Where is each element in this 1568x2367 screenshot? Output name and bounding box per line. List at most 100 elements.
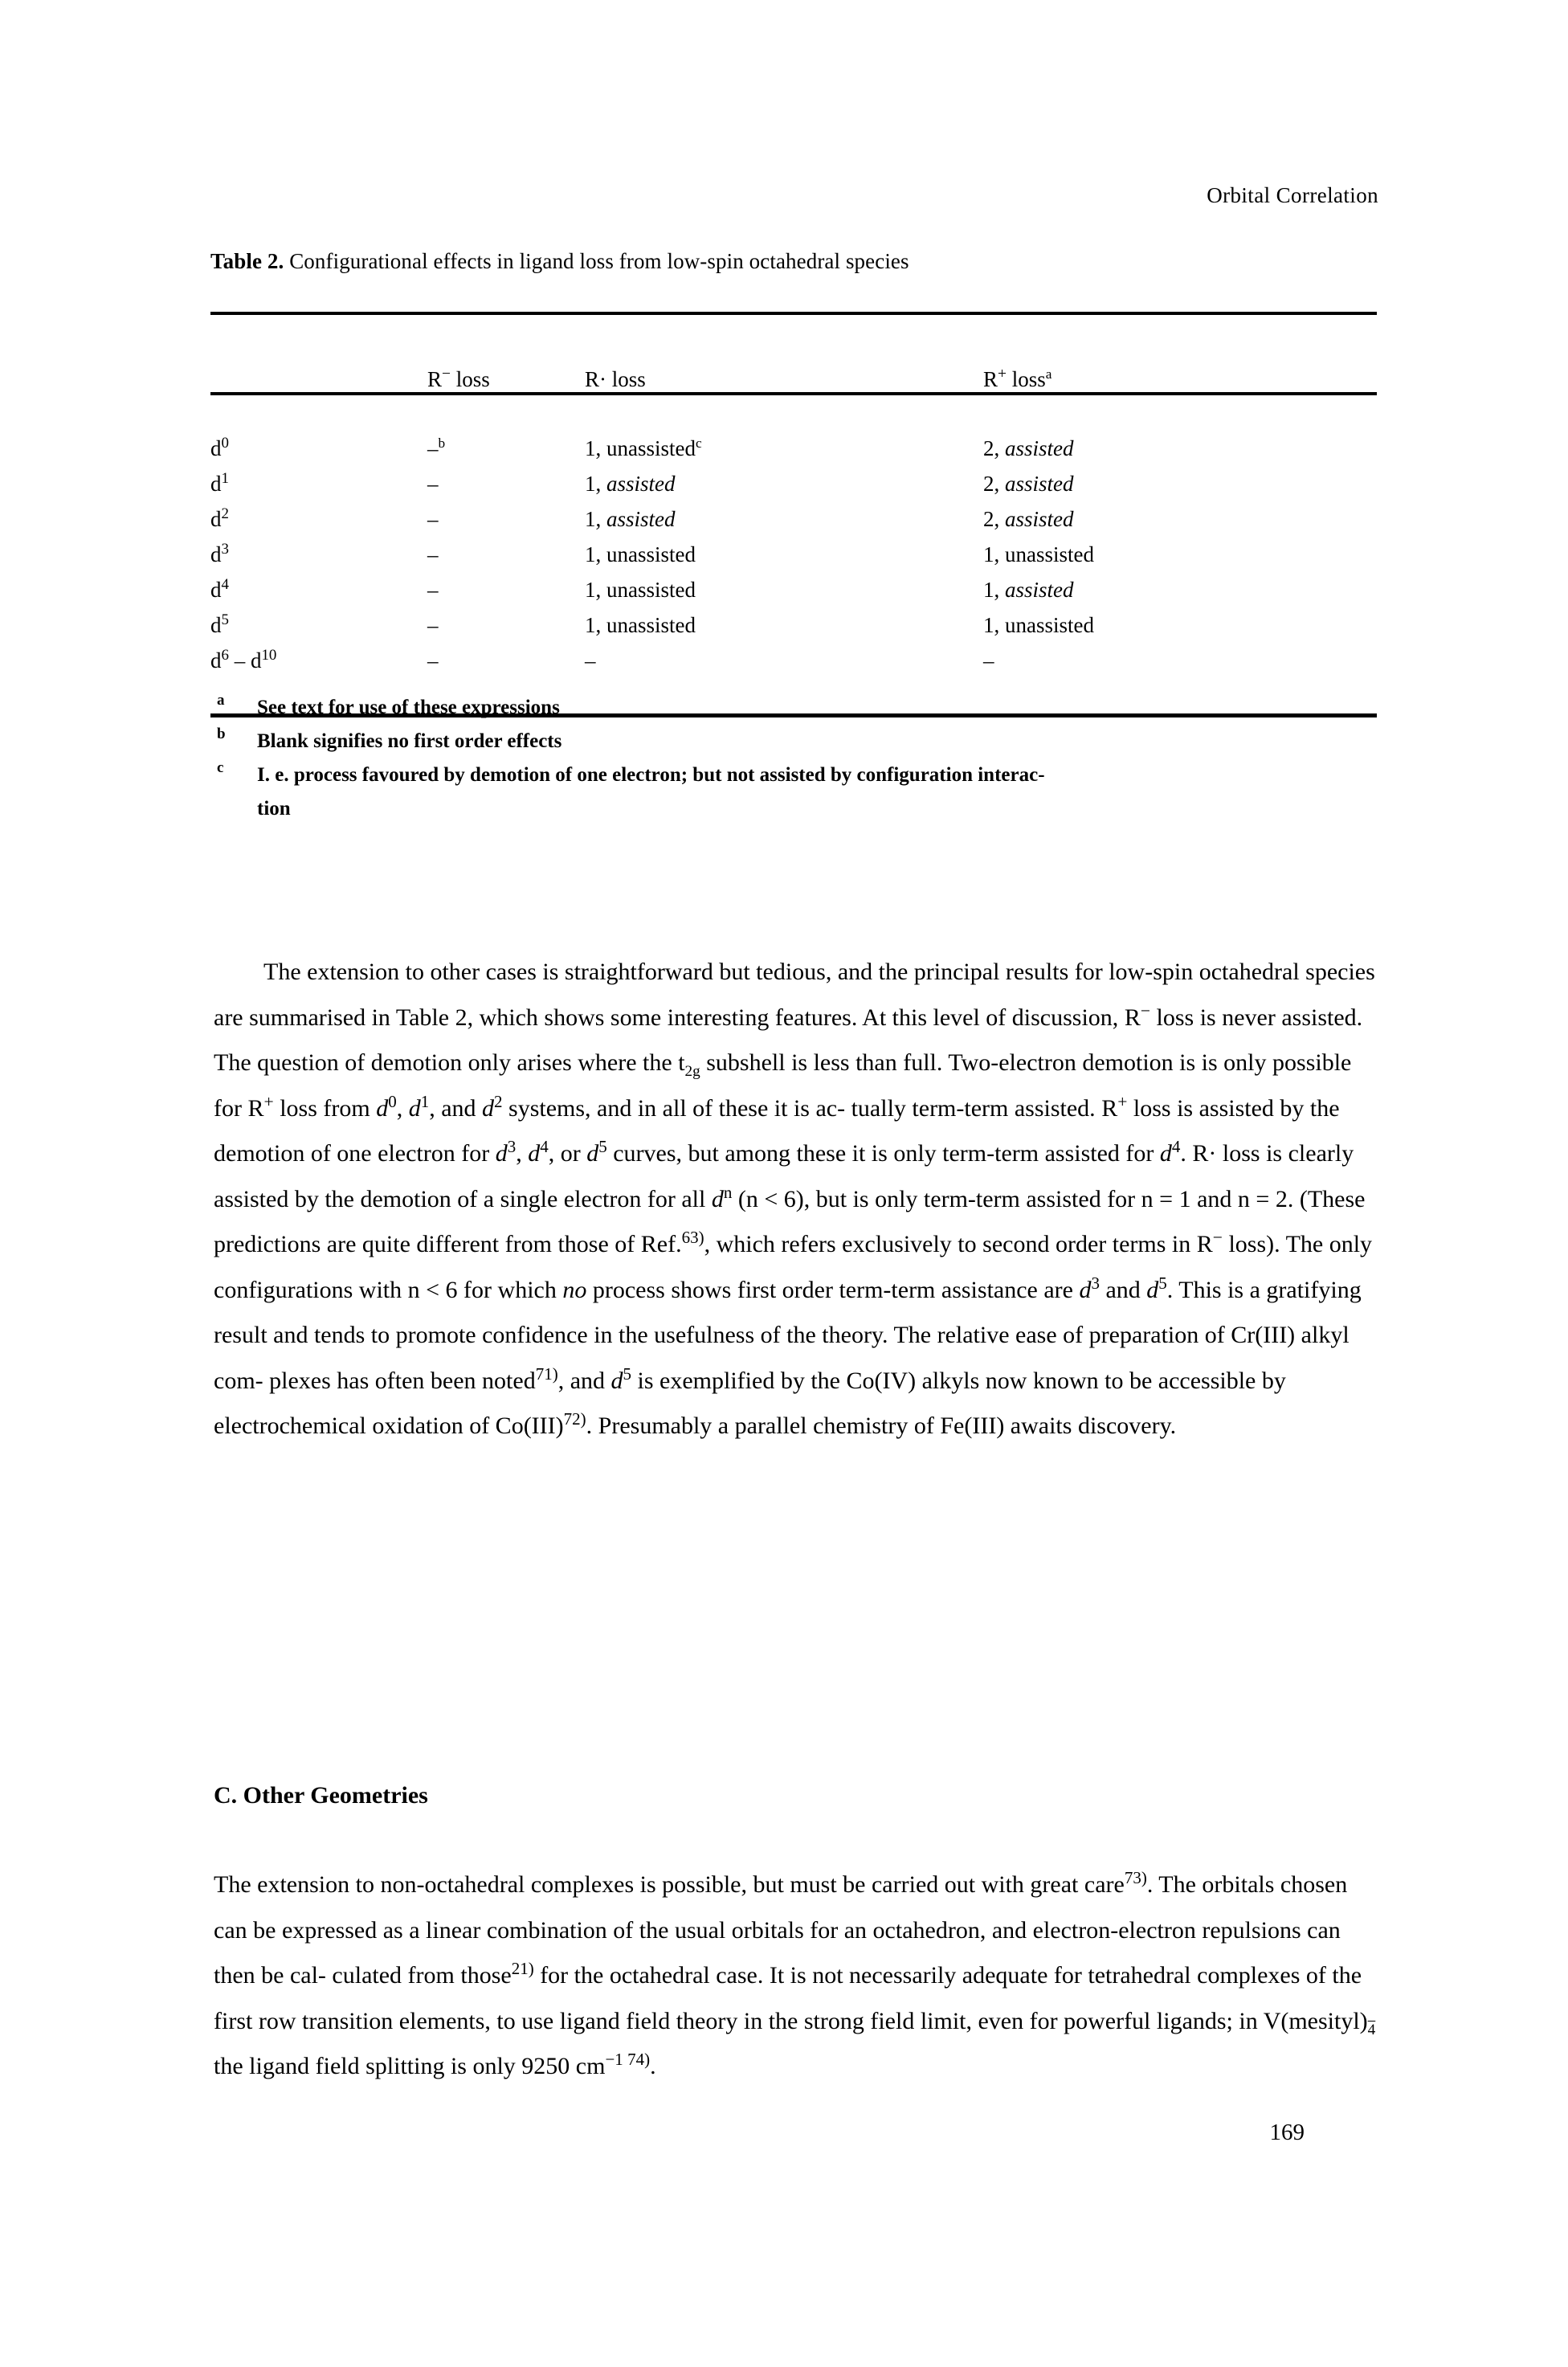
- cell-r-dot: –: [585, 643, 983, 678]
- cell-config: d4: [210, 572, 427, 607]
- dash-glyph: –: [427, 542, 439, 566]
- config-base: d: [210, 613, 222, 637]
- config-exponent: 6: [221, 647, 229, 664]
- cell-r-dot: 1, assisted: [585, 466, 983, 501]
- col-header-r-plus-rest: loss: [1006, 367, 1046, 391]
- col-header-r-minus-sign: −: [442, 366, 451, 382]
- footnote-b: b Blank signifies no first order effects: [210, 725, 1383, 758]
- cell-config: d2: [210, 501, 427, 537]
- config-base: d: [210, 472, 222, 496]
- dash-glyph: –: [427, 507, 439, 531]
- col-header-r-minus-base: R: [427, 367, 443, 391]
- table-caption: Table 2. Configurational effects in liga…: [210, 249, 1383, 274]
- config-exponent-end: 10: [261, 647, 277, 664]
- table-label: Table 2.: [210, 249, 284, 273]
- footnote-c: c I. e. process favoured by demotion of …: [210, 758, 1383, 792]
- cell-r-minus: –: [427, 466, 585, 501]
- footnote-c-continuation: tion: [257, 798, 291, 820]
- config-base: d: [210, 542, 222, 566]
- cell-r-plus-count: 1,: [983, 542, 1005, 566]
- cell-r-plus: 2, assisted: [983, 466, 1377, 501]
- cell-r-plus: 1, unassisted: [983, 537, 1377, 572]
- cell-r-plus-count: 2,: [983, 507, 1005, 531]
- cell-r-plus-count: 1,: [983, 613, 1005, 637]
- dash-glyph: –: [427, 472, 439, 496]
- footnote-marker: b: [217, 726, 226, 742]
- col-header-config: [210, 315, 427, 392]
- table-header-row: R− loss R· loss R+ lossa: [210, 315, 1377, 392]
- reference-73: 73): [1124, 1868, 1147, 1887]
- dash-glyph: –: [427, 578, 439, 602]
- config-exponent: 1: [221, 470, 229, 487]
- config-base: d: [210, 507, 222, 531]
- table-caption-text: Configurational effects in ligand loss f…: [289, 249, 909, 273]
- col-header-r-plus-footnote: a: [1045, 366, 1052, 382]
- footnote-text: I. e. process favoured by demotion of on…: [257, 764, 1045, 786]
- page-number: 169: [214, 2120, 1380, 2146]
- table-grid: R− loss R· loss R+ lossa: [210, 315, 1377, 392]
- col-header-r-dot-loss: R· loss: [585, 315, 983, 392]
- cell-r-plus-count: 2,: [983, 472, 1005, 496]
- cell-r-minus: –: [427, 643, 585, 678]
- cell-r-plus-word: assisted: [1005, 472, 1074, 496]
- config-base-end: d: [250, 648, 262, 672]
- running-header: Orbital Correlation: [1207, 183, 1378, 207]
- reference-63: 63): [681, 1228, 704, 1247]
- reference-71: 71): [535, 1363, 558, 1384]
- dash-glyph: –: [427, 648, 439, 672]
- table-row: d3 – 1, unassisted 1, unassisted: [210, 537, 1377, 572]
- cell-r-dot: 1, unassisted: [585, 572, 983, 607]
- cell-config-range: d6 – d10: [210, 647, 277, 672]
- cell-config: d0: [210, 431, 427, 466]
- table-row: d0 –b 1, unassistedc 2, assisted: [210, 431, 1377, 466]
- dash-glyph: –: [585, 648, 596, 672]
- cell-config: d3: [210, 537, 427, 572]
- paragraph-two: The extension to non-octahedral complexe…: [214, 1868, 1376, 2080]
- cell-r-plus: 2, assisted: [983, 501, 1377, 537]
- cell-r-plus-word: assisted: [1005, 507, 1074, 531]
- config-base: d: [210, 578, 222, 602]
- dash-glyph: –: [983, 648, 994, 672]
- page-number-value: 169: [1269, 2120, 1305, 2145]
- footnote-a: a See text for use of these expressions: [210, 691, 1383, 725]
- cell-r-dot-count: 1,: [585, 507, 606, 531]
- config-exponent: 5: [221, 611, 229, 628]
- config-base: d: [210, 648, 222, 672]
- table-row: d1 – 1, assisted 2, assisted: [210, 466, 1377, 501]
- section-heading-other-geometries: C. Other Geometries: [214, 1782, 428, 1809]
- col-header-r-minus-loss: R− loss: [427, 315, 585, 392]
- table-2: R− loss R· loss R+ lossa d0 –b 1, unassi…: [210, 312, 1377, 717]
- table-body-grid: d0 –b 1, unassistedc 2, assisted d1 – 1,…: [210, 395, 1377, 713]
- dash-glyph: –: [427, 436, 439, 460]
- cell-r-dot-word: unassisted: [606, 578, 696, 602]
- cell-r-dot-word: assisted: [606, 507, 676, 531]
- table-row: d6 – d10 – – –: [210, 643, 1377, 678]
- footnote-marker: a: [217, 692, 225, 709]
- config-base: d: [210, 436, 222, 460]
- col-header-r-minus-rest: loss: [450, 367, 490, 391]
- cell-r-plus-word: unassisted: [1005, 613, 1094, 637]
- cell-r-minus: –: [427, 607, 585, 643]
- cell-r-minus: –b: [427, 431, 585, 466]
- cell-r-dot-count: 1,: [585, 613, 606, 637]
- cell-r-dot-word: unassisted: [606, 542, 696, 566]
- document-page: Orbital Correlation Table 2. Configurati…: [0, 0, 1568, 2367]
- cell-r-dot-word: assisted: [606, 472, 676, 496]
- cell-r-plus: 1, unassisted: [983, 607, 1377, 643]
- cell-r-dot-word: unassisted: [606, 613, 696, 637]
- col-header-r-plus-base: R: [983, 367, 998, 391]
- dash-glyph: –: [427, 613, 439, 637]
- cell-r-dot-count: 1,: [585, 578, 606, 602]
- col-header-r-dot-base: R·: [585, 367, 606, 391]
- cell-r-dot-count: 1,: [585, 472, 606, 496]
- col-header-r-dot-rest: loss: [606, 367, 646, 391]
- config-exponent: 2: [221, 505, 229, 522]
- table-body-spacer: [210, 395, 1377, 431]
- cell-r-dot: 1, unassisted: [585, 537, 983, 572]
- cell-r-plus: 2, assisted: [983, 431, 1377, 466]
- reference-21: 21): [511, 1959, 534, 1978]
- cell-footnote-mark: b: [438, 435, 446, 451]
- config-exponent: 3: [221, 541, 229, 558]
- cell-r-plus-word: assisted: [1005, 578, 1074, 602]
- reference-74: 74): [627, 2050, 651, 2069]
